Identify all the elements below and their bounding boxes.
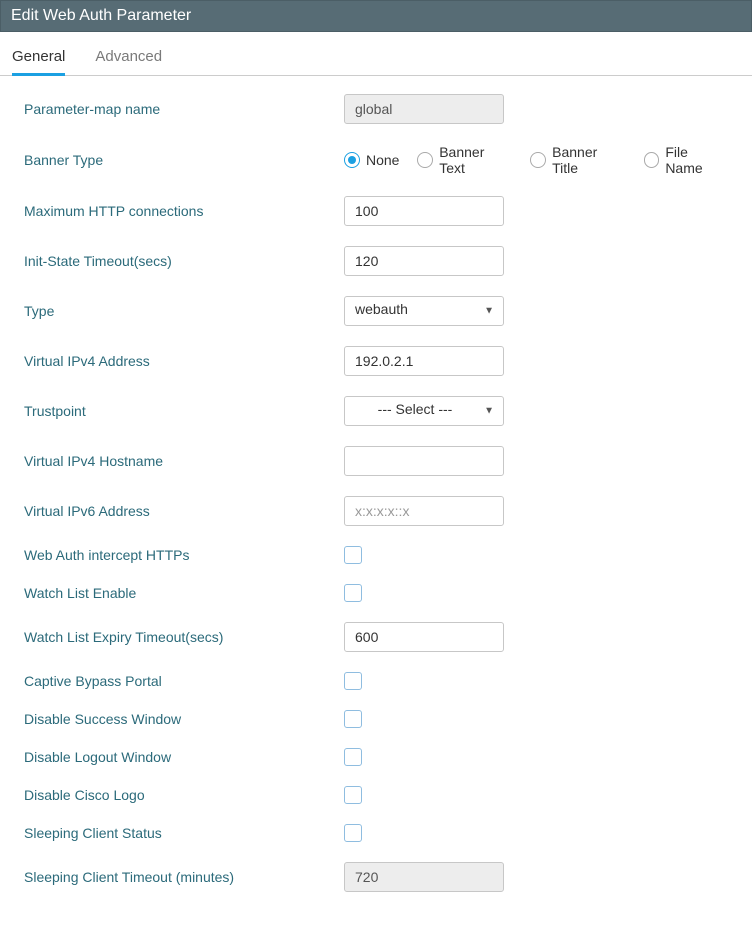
disable-logout-checkbox[interactable] [344,748,362,766]
general-form: Parameter-map name Banner Type None Bann… [0,76,752,930]
banner-text-radio[interactable]: Banner Text [417,144,512,176]
virtual-ipv4-addr-label: Virtual IPv4 Address [24,353,344,369]
trustpoint-label: Trustpoint [24,403,344,419]
banner-file-name-radio[interactable]: File Name [644,144,728,176]
banner-type-label: Banner Type [24,152,344,168]
radio-icon [644,152,660,168]
radio-icon [530,152,546,168]
type-select[interactable]: webauth [344,296,504,326]
disable-logout-label: Disable Logout Window [24,749,344,765]
disable-logo-label: Disable Cisco Logo [24,787,344,803]
captive-bypass-checkbox[interactable] [344,672,362,690]
radio-icon [417,152,433,168]
tab-advanced[interactable]: Advanced [95,42,162,75]
window-title: Edit Web Auth Parameter [0,0,752,32]
param-map-name-input [344,94,504,124]
virtual-ipv6-addr-input[interactable] [344,496,504,526]
banner-none-radio[interactable]: None [344,152,399,168]
radio-label: Banner Text [439,144,512,176]
sleeping-status-label: Sleeping Client Status [24,825,344,841]
sleeping-timeout-input [344,862,504,892]
tab-general[interactable]: General [12,42,65,76]
max-http-conn-input[interactable] [344,196,504,226]
virtual-ipv4-host-input[interactable] [344,446,504,476]
watch-list-expiry-input[interactable] [344,622,504,652]
watch-list-enable-label: Watch List Enable [24,585,344,601]
virtual-ipv4-host-label: Virtual IPv4 Hostname [24,453,344,469]
init-state-timeout-input[interactable] [344,246,504,276]
radio-label: Banner Title [552,144,625,176]
disable-success-label: Disable Success Window [24,711,344,727]
disable-logo-checkbox[interactable] [344,786,362,804]
web-auth-intercept-label: Web Auth intercept HTTPs [24,547,344,563]
radio-label: None [366,152,399,168]
watch-list-enable-checkbox[interactable] [344,584,362,602]
sleeping-timeout-label: Sleeping Client Timeout (minutes) [24,869,344,885]
max-http-conn-label: Maximum HTTP connections [24,203,344,219]
web-auth-intercept-checkbox[interactable] [344,546,362,564]
radio-label: File Name [665,144,728,176]
radio-icon [344,152,360,168]
tab-bar: General Advanced [0,32,752,76]
captive-bypass-label: Captive Bypass Portal [24,673,344,689]
banner-type-radio-group: None Banner Text Banner Title File Name [344,144,728,176]
virtual-ipv6-addr-label: Virtual IPv6 Address [24,503,344,519]
sleeping-status-checkbox[interactable] [344,824,362,842]
type-label: Type [24,303,344,319]
disable-success-checkbox[interactable] [344,710,362,728]
trustpoint-select[interactable]: --- Select --- [344,396,504,426]
watch-list-expiry-label: Watch List Expiry Timeout(secs) [24,629,344,645]
virtual-ipv4-addr-input[interactable] [344,346,504,376]
param-map-name-label: Parameter-map name [24,101,344,117]
init-state-timeout-label: Init-State Timeout(secs) [24,253,344,269]
banner-title-radio[interactable]: Banner Title [530,144,625,176]
